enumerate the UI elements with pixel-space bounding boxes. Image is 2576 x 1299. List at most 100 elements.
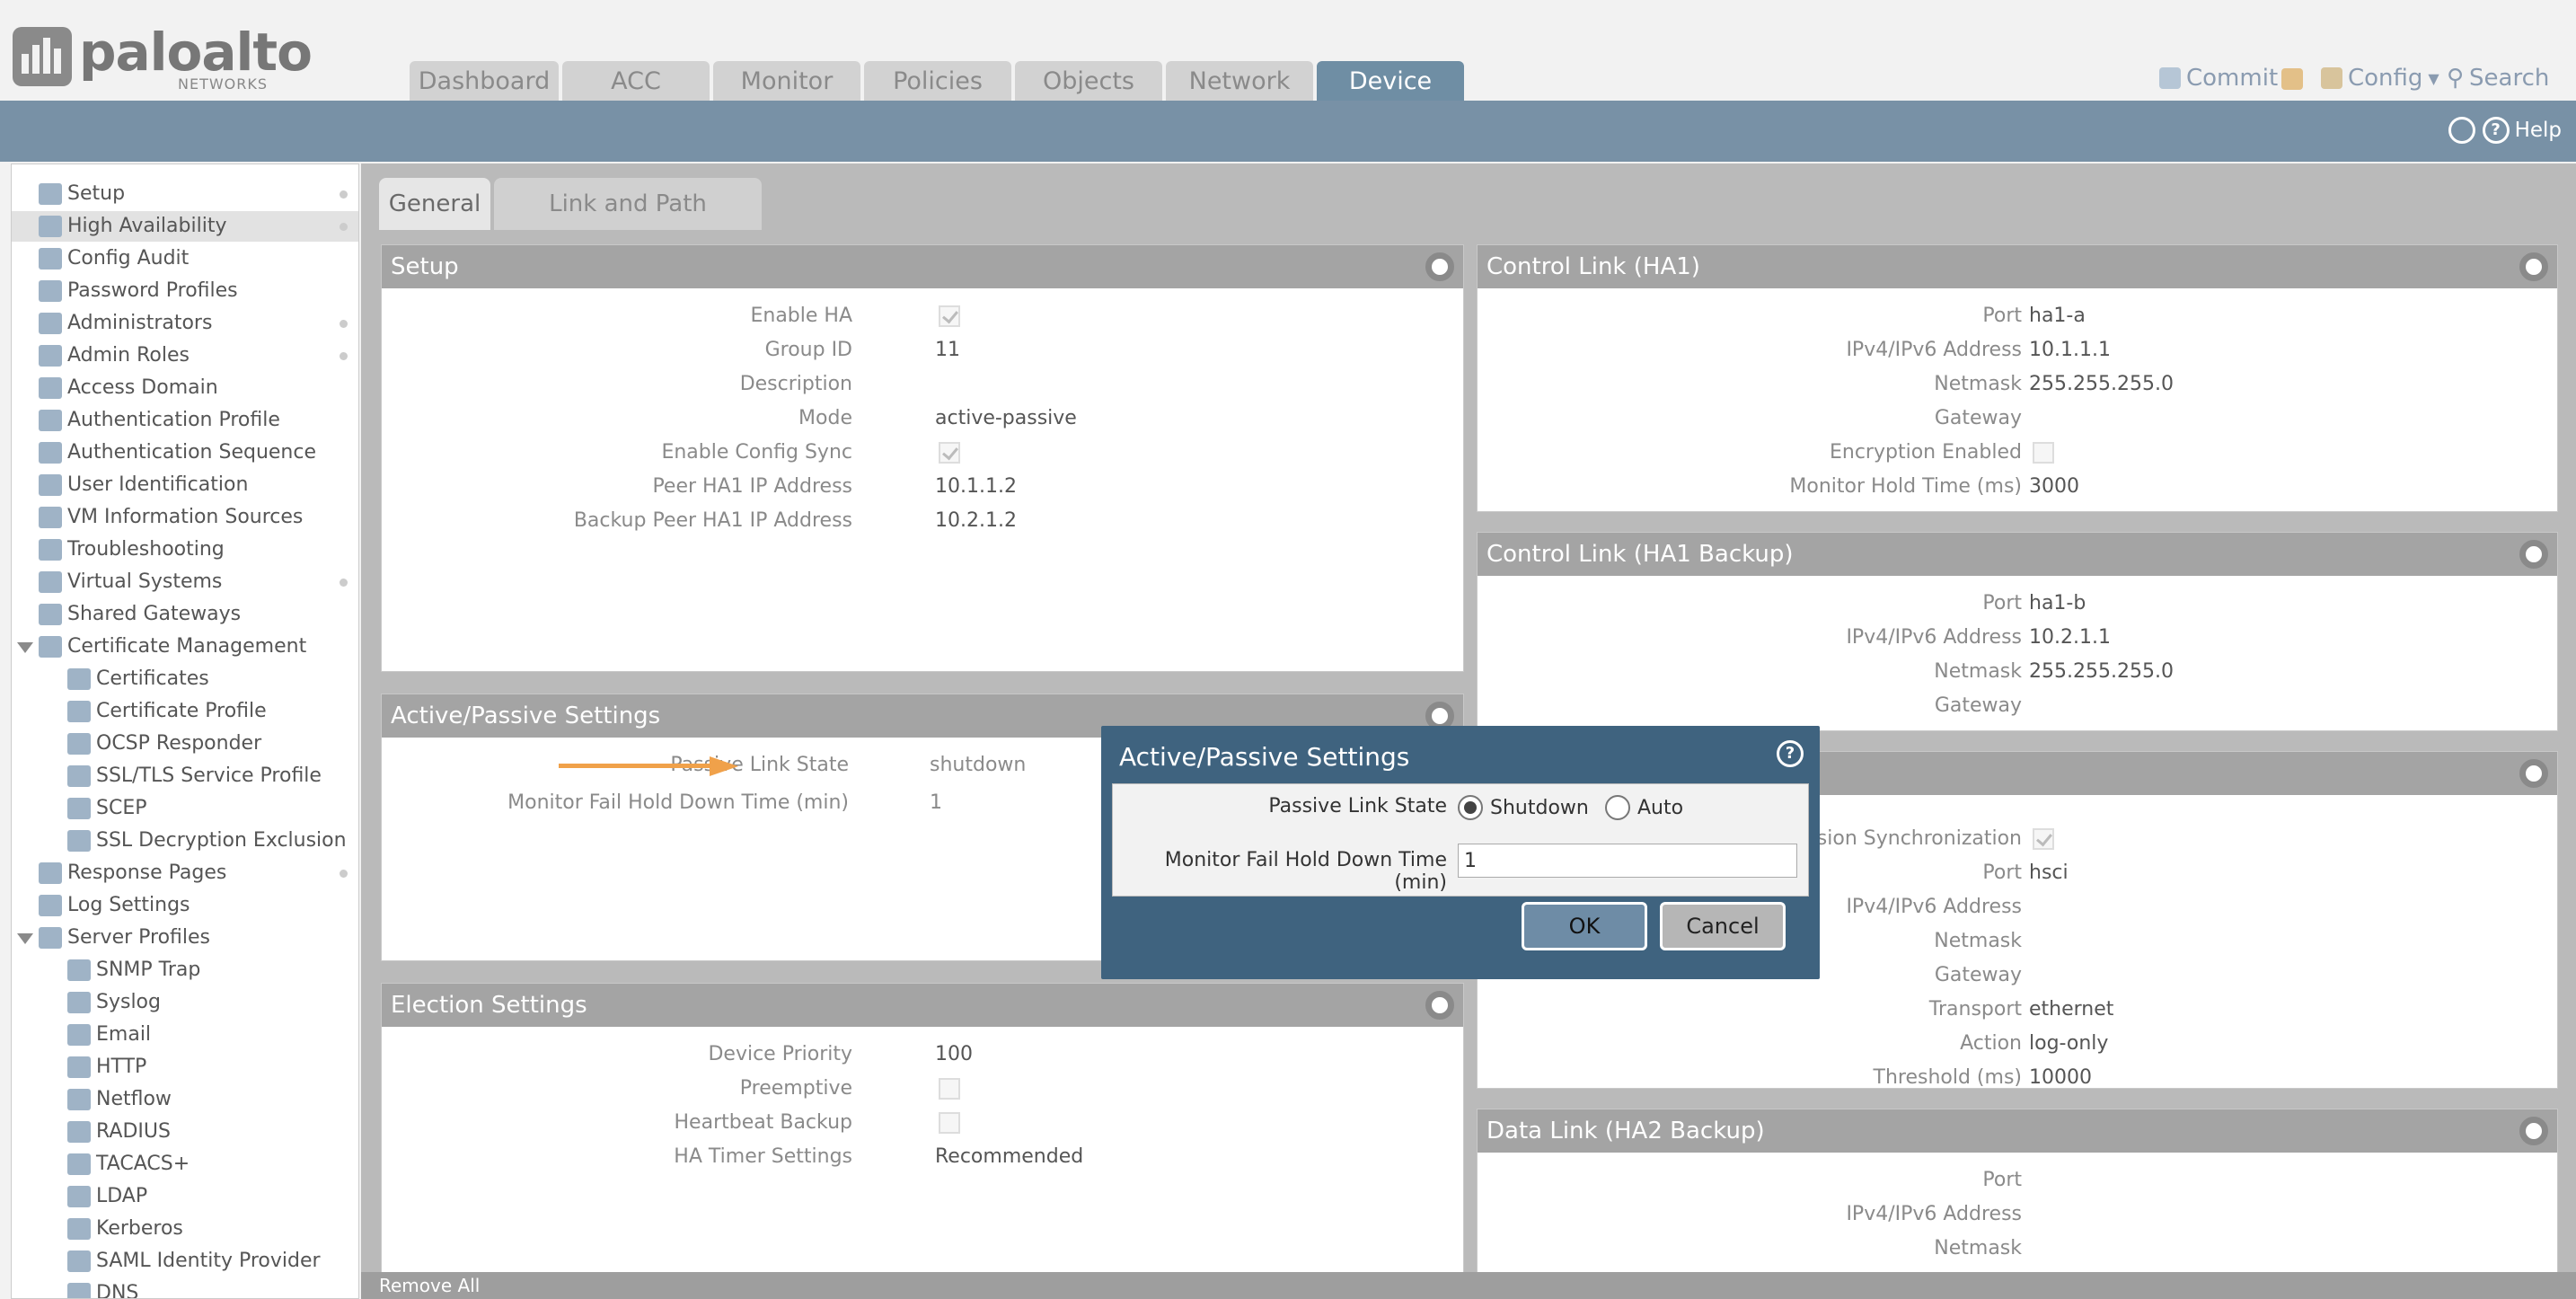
subtab-link-path-monitoring[interactable]: Link and Path Monitoring	[494, 178, 762, 270]
status-dot	[340, 223, 348, 231]
sidebar-item-icon	[67, 668, 91, 690]
expand-triangle-icon[interactable]	[17, 933, 33, 944]
gear-icon[interactable]	[2519, 1117, 2548, 1145]
mode-label: Mode	[798, 407, 852, 429]
gear-icon[interactable]	[1425, 252, 1454, 281]
election-title: Election Settings	[391, 992, 587, 1019]
device-sidebar: Setup High Availability Config Audit Passwo…	[11, 163, 359, 1299]
sidebar-item[interactable]: User Identification	[12, 470, 358, 500]
ha1-port-label: Port	[1982, 305, 2022, 327]
sidebar-item[interactable]: VM Information Sources	[12, 502, 358, 533]
sidebar-item[interactable]: Log Settings	[12, 890, 358, 921]
subtab-general[interactable]: General	[379, 178, 490, 230]
sidebar-item[interactable]: SSL Decryption Exclusion	[12, 826, 358, 856]
cancel-button[interactable]: Cancel	[1660, 902, 1786, 950]
sidebar-item[interactable]: Setup	[12, 179, 358, 209]
sidebar-item-label: TACACS+	[96, 1153, 190, 1175]
refresh-icon[interactable]	[2448, 117, 2475, 144]
lock-icon[interactable]	[2281, 68, 2303, 90]
radio-auto[interactable]	[1605, 795, 1630, 820]
ha1b-netmask-label: Netmask	[1934, 660, 2022, 683]
help-button[interactable]: ? Help	[2482, 117, 2562, 144]
sidebar-item[interactable]: LDAP	[12, 1181, 358, 1212]
commit-button[interactable]: Commit	[2159, 65, 2278, 92]
sidebar-item[interactable]: Email	[12, 1020, 358, 1050]
dialog-mfhd-input[interactable]	[1458, 844, 1797, 878]
tab-monitor[interactable]: Monitor	[713, 61, 860, 101]
config-label: Config	[2348, 65, 2423, 92]
setup-panel-title: Setup	[391, 253, 459, 280]
tab-dashboard[interactable]: Dashboard	[410, 61, 559, 101]
sidebar-item[interactable]: Config Audit	[12, 243, 358, 274]
sidebar-item[interactable]: DNS	[12, 1278, 358, 1298]
sidebar-item-label: Certificate Profile	[96, 700, 267, 722]
sidebar-item[interactable]: Kerberos	[12, 1214, 358, 1244]
sidebar-item[interactable]: Password Profiles	[12, 276, 358, 306]
sidebar-item[interactable]: HTTP	[12, 1052, 358, 1082]
radio-shutdown[interactable]	[1458, 795, 1483, 820]
ha1-encryption-checkbox	[2033, 442, 2054, 464]
sidebar-item[interactable]: SSL/TLS Service Profile	[12, 761, 358, 791]
sidebar-item-label: OCSP Responder	[96, 732, 262, 755]
status-dot	[340, 320, 348, 328]
sidebar-item-label: SSL Decryption Exclusion	[96, 829, 347, 852]
ha1b-header: Control Link (HA1 Backup)	[1478, 533, 2557, 576]
sidebar-item[interactable]: Certificate Profile	[12, 696, 358, 727]
sidebar-item[interactable]: Response Pages	[12, 858, 358, 888]
sidebar-item[interactable]: Certificates	[12, 664, 358, 694]
sidebar-item[interactable]: Administrators	[12, 308, 358, 339]
sidebar-item-icon	[67, 1250, 91, 1272]
sidebar-item[interactable]: Shared Gateways	[12, 599, 358, 630]
config-menu[interactable]: Config ▼	[2321, 65, 2439, 92]
sidebar-item-label: Email	[96, 1023, 152, 1046]
sidebar-item[interactable]: Authentication Sequence	[12, 437, 358, 468]
sidebar-item[interactable]: RADIUS	[12, 1117, 358, 1147]
gear-icon[interactable]	[1425, 991, 1454, 1020]
device-priority-value: 100	[935, 1043, 973, 1065]
sidebar-item[interactable]: Syslog	[12, 987, 358, 1018]
sidebar-item-icon	[67, 1056, 91, 1078]
sidebar-item[interactable]: TACACS+	[12, 1149, 358, 1180]
sidebar-item-icon	[39, 313, 62, 334]
sidebar-item[interactable]: SNMP Trap	[12, 955, 358, 985]
radio-auto-label: Auto	[1637, 797, 1684, 819]
sidebar-item[interactable]: Virtual Systems	[12, 567, 358, 597]
sidebar-item[interactable]: High Availability	[12, 211, 358, 242]
sidebar-item[interactable]: Authentication Profile	[12, 405, 358, 436]
sidebar-item[interactable]: Troubleshooting	[12, 535, 358, 565]
gear-icon[interactable]	[2519, 540, 2548, 569]
dialog-help-icon[interactable]: ?	[1777, 740, 1804, 767]
sidebar-item-icon	[67, 733, 91, 755]
ok-button[interactable]: OK	[1522, 902, 1647, 950]
sidebar-item-icon	[67, 798, 91, 819]
sidebar-item-label: Admin Roles	[67, 344, 190, 367]
sidebar-item-label: Server Profiles	[67, 926, 211, 949]
tab-policies[interactable]: Policies	[864, 61, 1011, 101]
expand-triangle-icon[interactable]	[17, 642, 33, 653]
sidebar-item[interactable]: Certificate Management	[12, 632, 358, 662]
group-id-label: Group ID	[764, 339, 852, 361]
search-button[interactable]: ⚲ Search	[2447, 65, 2549, 92]
gear-icon[interactable]	[2519, 252, 2548, 281]
tab-device[interactable]: Device	[1317, 61, 1464, 101]
sidebar-item-label: Password Profiles	[67, 279, 238, 302]
sidebar-item-label: Certificates	[96, 667, 209, 690]
ha1b-ip-label: IPv4/IPv6 Address	[1846, 626, 2022, 649]
sidebar-item[interactable]: Netflow	[12, 1084, 358, 1115]
sidebar-item[interactable]: SCEP	[12, 793, 358, 824]
config-icon	[2321, 67, 2342, 89]
sidebar-item[interactable]: SAML Identity Provider	[12, 1246, 358, 1277]
tab-network[interactable]: Network	[1166, 61, 1313, 101]
sidebar-item[interactable]: Server Profiles	[12, 923, 358, 953]
tab-objects[interactable]: Objects	[1015, 61, 1162, 101]
tab-acc[interactable]: ACC	[562, 61, 710, 101]
ha1-netmask-value: 255.255.255.0	[2029, 373, 2174, 395]
peer-ha1-label: Peer HA1 IP Address	[652, 475, 852, 498]
sidebar-item[interactable]: Admin Roles	[12, 340, 358, 371]
sidebar-item[interactable]: OCSP Responder	[12, 729, 358, 759]
gear-icon[interactable]	[2519, 759, 2548, 788]
sidebar-item-icon	[39, 183, 62, 205]
sidebar-item[interactable]: Access Domain	[12, 373, 358, 403]
ha2-sync-label: ession Synchronization	[1794, 827, 2022, 850]
remove-all-button[interactable]: Remove All	[379, 1275, 480, 1296]
